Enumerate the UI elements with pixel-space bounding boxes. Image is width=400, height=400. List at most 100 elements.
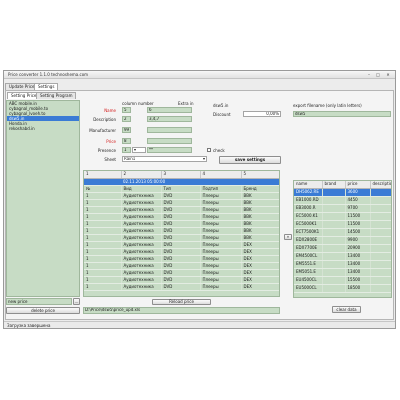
column-header[interactable]: 3: [161, 171, 201, 179]
column-header[interactable]: price: [345, 181, 371, 189]
table-cell: EDX7700E: [294, 244, 323, 253]
source-grid[interactable]: 1 2 3 4 5 02.11.2013 05:00:00 № Вид Тип Подтип Бре…: [83, 170, 280, 297]
sheet-select[interactable]: Rain1 ▾: [122, 156, 207, 162]
manufacturer-extra-input[interactable]: [147, 127, 192, 133]
table-cell: Аудиотехника: [121, 192, 162, 200]
table-row[interactable]: EM5551.E 13400: [294, 260, 391, 269]
table-row[interactable]: EU5000CL 18500: [294, 284, 391, 293]
presence-extra-input[interactable]: **: [147, 147, 192, 153]
column-header[interactable]: 2: [121, 171, 162, 179]
name-extra-input[interactable]: 6: [147, 107, 192, 113]
table-cell: 9900: [345, 236, 371, 245]
table-row[interactable]: 1 Аудиотехника DVD Плееры DEX: [84, 283, 279, 291]
list-item[interactable]: rekoshabd.in: [7, 126, 79, 131]
price-extra-input[interactable]: [147, 138, 192, 144]
tab-setting-program[interactable]: Setting Program: [36, 92, 77, 99]
table-row[interactable]: EB3000.R 9700: [294, 204, 391, 213]
table-cell: [370, 188, 391, 197]
table-row[interactable]: № Вид Тип Подтип Бренд: [84, 185, 279, 193]
table-row[interactable]: EC5000K1 11500: [294, 220, 391, 229]
column-header[interactable]: descriptio: [370, 181, 391, 189]
table-cell: Плееры: [200, 255, 242, 263]
table-row[interactable]: EC5000.K1 11500: [294, 212, 391, 221]
table-row[interactable]: 1 Аудиотехника DVD Плееры DEX: [84, 241, 279, 249]
discount-input[interactable]: 0,00%: [243, 111, 281, 117]
table-row[interactable]: 1 Аудиотехника DVD Плееры DEX: [84, 269, 279, 277]
tab-settings[interactable]: Settings: [34, 83, 59, 90]
table-cell: [370, 252, 391, 261]
table-cell: [370, 276, 391, 285]
price-path-input[interactable]: D:\Price\dsw5\price_upd.xls: [83, 307, 280, 314]
table-row[interactable]: 1 Аудиотехника DVD Плееры BBK: [84, 234, 279, 242]
check-checkbox[interactable]: [207, 148, 211, 152]
description-column-input[interactable]: 2: [122, 116, 131, 122]
table-row[interactable]: EM5051.E 13400: [294, 268, 391, 277]
table-row[interactable]: 1 Аудиотехника DVD Плееры DEX: [84, 262, 279, 270]
presence-operator-select[interactable]: ▾: [132, 147, 146, 153]
table-row[interactable]: EDX7700E 20900: [294, 244, 391, 253]
delete-price-button[interactable]: delete price: [6, 307, 80, 314]
table-row[interactable]: 1 Аудиотехника DVD Плееры DEX: [84, 276, 279, 284]
reload-price-button[interactable]: Reload price: [152, 299, 211, 305]
table-row[interactable]: ECT7500K1 14500: [294, 228, 391, 237]
table-row[interactable]: 1 Аудиотехника DVD Плееры BBK: [84, 227, 279, 235]
transfer-arrow-button[interactable]: »: [284, 234, 292, 240]
table-row[interactable]: 1 Аудиотехника DVD Плееры DEX: [84, 255, 279, 263]
table-cell: 1: [84, 227, 122, 235]
table-cell: Плееры: [200, 241, 242, 249]
table-cell: Аудиотехника: [121, 220, 162, 228]
table-cell: 14500: [345, 228, 371, 237]
table-cell: BBK: [241, 220, 279, 228]
column-header[interactable]: name: [294, 181, 323, 189]
table-cell: Тип: [161, 185, 201, 193]
maximize-icon[interactable]: □: [374, 72, 382, 77]
table-cell: Аудиотехника: [121, 269, 162, 277]
column-header[interactable]: 4: [200, 171, 242, 179]
manufacturer-column-input[interactable]: 99: [122, 127, 131, 133]
close-icon[interactable]: ✕: [384, 72, 392, 77]
column-header[interactable]: 1: [84, 171, 122, 179]
export-filename-input[interactable]: dsw5: [293, 111, 391, 117]
grid-header-row[interactable]: 12345: [84, 171, 279, 179]
description-extra-input[interactable]: 3,4,7: [147, 116, 192, 122]
status-bar: Загрузка завершена: [4, 321, 395, 328]
save-settings-button[interactable]: save settings: [219, 156, 281, 164]
output-grid[interactable]: name brand price descriptio DH5062.RE 3600 EB1…: [293, 180, 392, 298]
table-row[interactable]: DH5062.RE 3600: [294, 188, 391, 197]
table-cell: [322, 260, 346, 269]
table-cell: [322, 276, 346, 285]
table-row-selected[interactable]: 02.11.2013 05:00:00: [84, 178, 279, 186]
table-cell: DVD: [161, 248, 201, 256]
table-row[interactable]: 1 Аудиотехника DVD Плееры BBK: [84, 220, 279, 228]
new-price-input[interactable]: new price: [6, 298, 72, 305]
table-cell: DVD: [161, 206, 201, 214]
minimize-icon[interactable]: –: [365, 72, 373, 77]
table-cell: [322, 268, 346, 277]
status-text: Загрузка завершена: [7, 323, 51, 328]
table-cell: Плееры: [200, 269, 242, 277]
table-cell: EC5000K1: [294, 220, 323, 229]
table-row[interactable]: 1 Аудиотехника DVD Плееры DEX: [84, 248, 279, 256]
table-cell: Плееры: [200, 213, 242, 221]
price-column-input[interactable]: 8: [122, 138, 131, 144]
table-row[interactable]: EM4500CL 13400: [294, 252, 391, 261]
table-row[interactable]: 1 Аудиотехника DVD Плееры BBK: [84, 206, 279, 214]
table-cell: DVD: [161, 283, 201, 291]
column-header[interactable]: brand: [322, 181, 346, 189]
clear-data-button[interactable]: clear data: [332, 306, 361, 313]
table-row[interactable]: 1 Аудиотехника DVD Плееры BBK: [84, 199, 279, 207]
table-cell: Аудиотехника: [121, 199, 162, 207]
table-row[interactable]: EDX2800E 9900: [294, 236, 391, 245]
table-row[interactable]: 1 Аудиотехника DVD Плееры BBK: [84, 213, 279, 221]
table-cell: DVD: [161, 234, 201, 242]
table-cell: DEX: [241, 262, 279, 270]
column-header[interactable]: 5: [241, 171, 279, 179]
add-price-button[interactable]: …: [73, 298, 80, 305]
name-column-input[interactable]: 5: [122, 107, 131, 113]
presence-column-input[interactable]: 1: [122, 147, 131, 153]
table-row[interactable]: EB1000.RD 4450: [294, 196, 391, 205]
table-row[interactable]: 1 Аудиотехника DVD Плееры BBK: [84, 192, 279, 200]
dropdown-arrow-icon: ▾: [202, 156, 205, 161]
table-row[interactable]: EU4500CL 15500: [294, 276, 391, 285]
output-header-row[interactable]: name brand price descriptio: [294, 181, 391, 189]
